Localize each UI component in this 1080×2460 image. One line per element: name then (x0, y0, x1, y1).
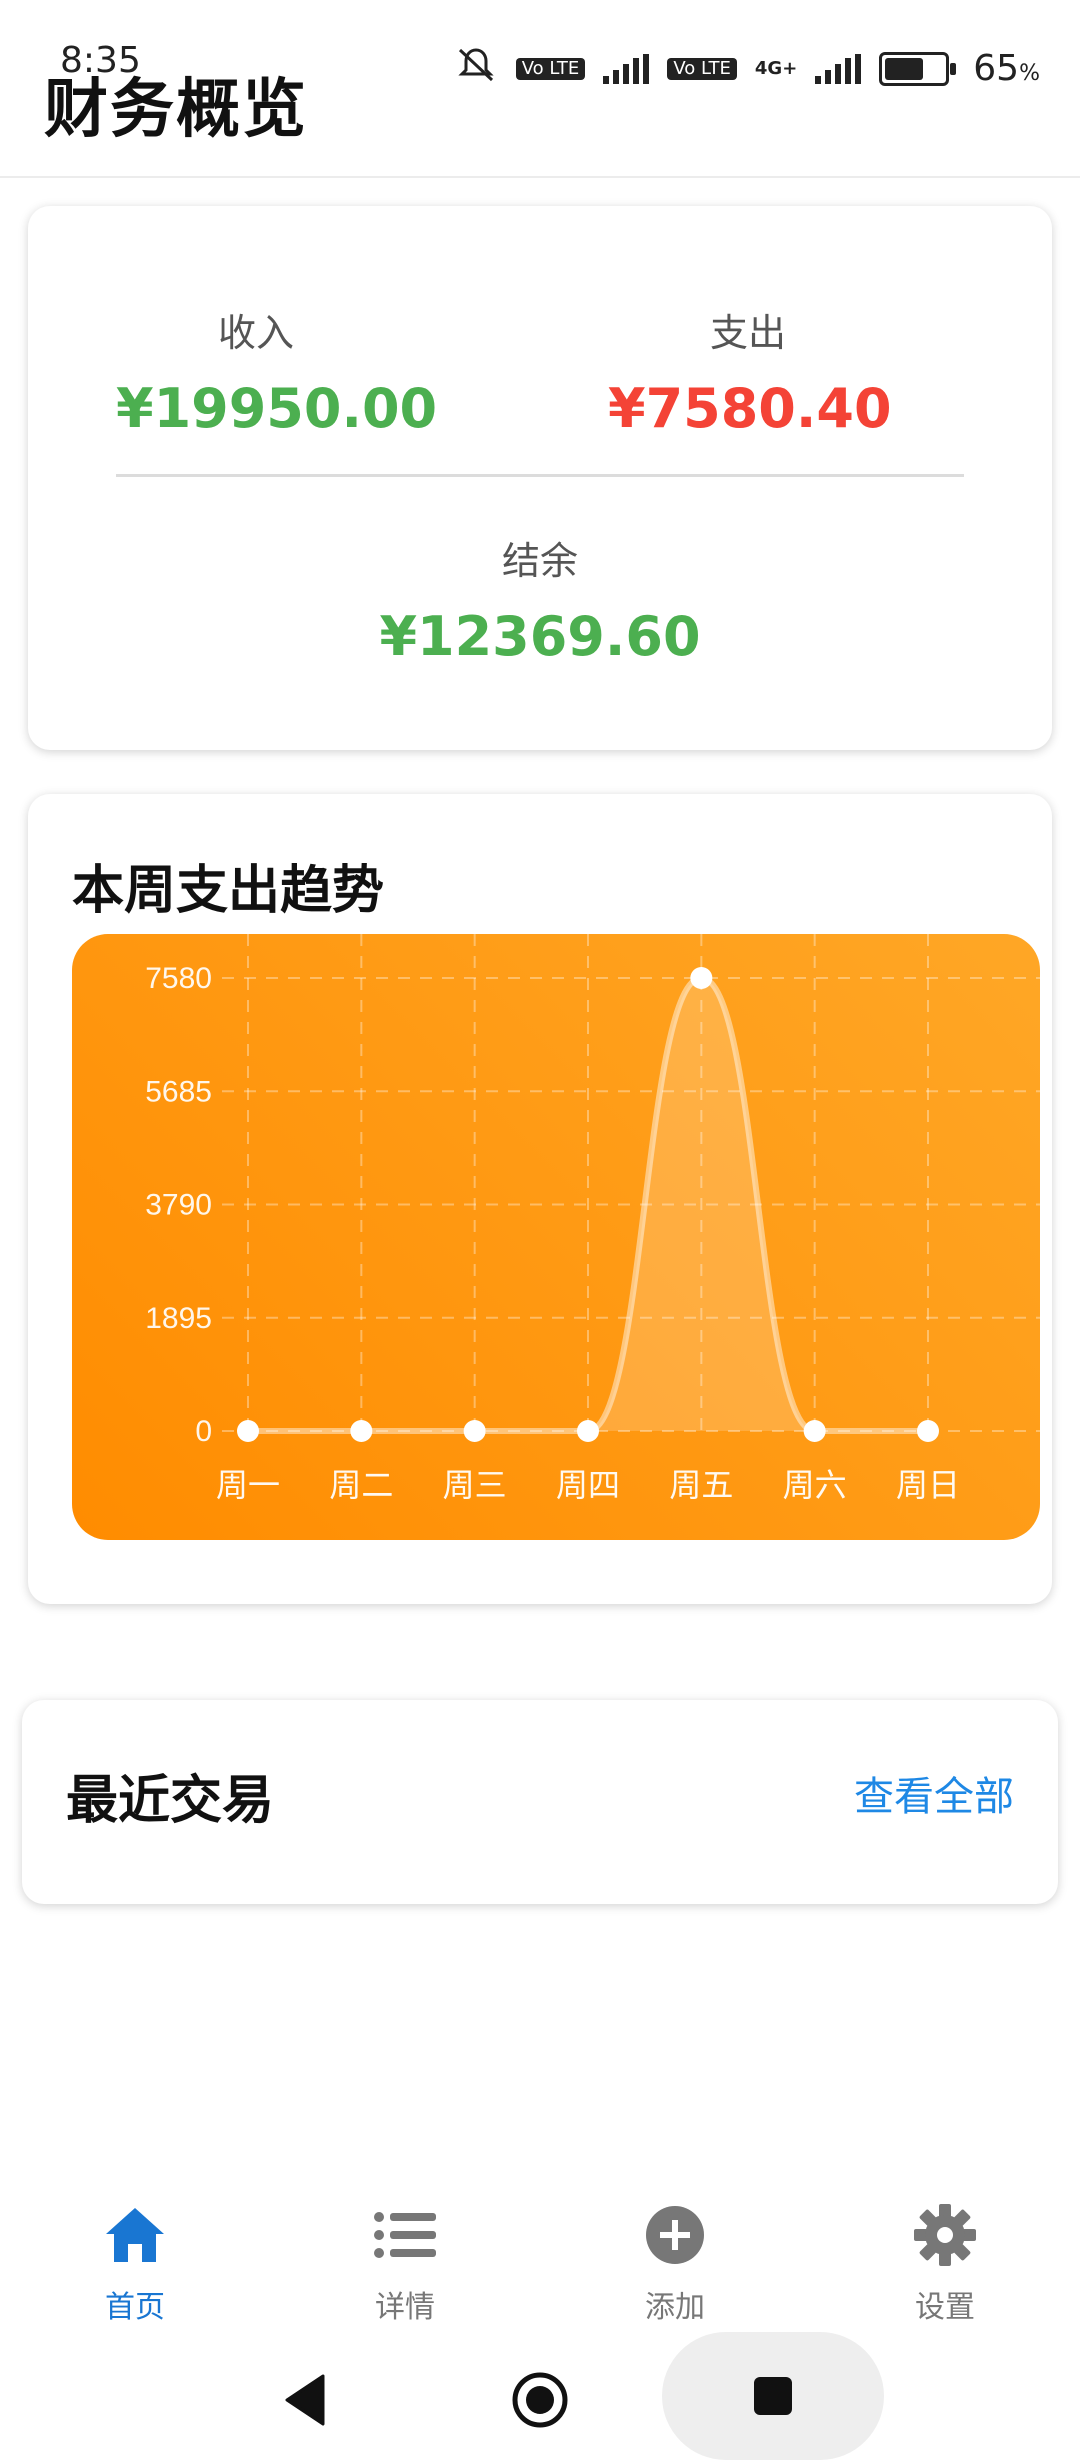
x-tick-label: 周四 (556, 1466, 620, 1504)
balance-value: ¥12369.60 (379, 605, 701, 668)
gear-icon (910, 2200, 980, 2270)
data-point (690, 967, 713, 989)
y-tick-label: 7580 (145, 962, 212, 995)
expense-value: ¥7580.40 (608, 377, 892, 440)
balance-label: 结余 (501, 539, 578, 583)
add-circle-icon (640, 2200, 710, 2270)
y-tick-label: 0 (195, 1415, 212, 1448)
trend-card: 本周支出趋势 0 1895 3790 5685 7580 周一 周二 周三 周四 周五 周六 周日 (28, 794, 1052, 1604)
y-tick-label: 3790 (145, 1189, 212, 1222)
x-tick-label: 周五 (669, 1466, 733, 1504)
list-icon (370, 2200, 440, 2270)
trend-title: 本周支出趋势 (72, 861, 385, 921)
recents-square-icon (754, 2377, 792, 2415)
network-type: 4G+ (754, 58, 798, 79)
nav-add-label: 添加 (645, 2290, 705, 2325)
data-point (803, 1420, 826, 1442)
x-tick-label: 周一 (216, 1466, 280, 1504)
x-tick-label: 周六 (783, 1466, 847, 1504)
x-tick-label: 周二 (329, 1466, 393, 1504)
battery-unit: % (1019, 61, 1040, 86)
expense-block: 支出 ¥7580.40 (608, 302, 892, 440)
view-all-link[interactable]: 查看全部 (854, 1764, 1014, 1822)
summary-divider (116, 474, 964, 477)
signal-icon-2 (815, 53, 862, 84)
nav-add[interactable]: 添加 (540, 2200, 810, 2330)
trend-chart: 0 1895 3790 5685 7580 周一 周二 周三 周四 周五 周六 周日 (145, 934, 1040, 1504)
battery-icon (879, 51, 957, 86)
nav-home-label: 首页 (105, 2290, 165, 2325)
data-point (463, 1420, 486, 1442)
back-button[interactable] (270, 2370, 340, 2430)
nav-settings-label: 设置 (915, 2290, 975, 2325)
recent-transactions-card: 最近交易 查看全部 (22, 1700, 1058, 1904)
bottom-nav: 首页 详情 添加 设置 (0, 2200, 1080, 2330)
summary-card: 收入 ¥19950.00 支出 ¥7580.40 结余 ¥12369.60 (28, 206, 1052, 750)
income-label: 收入 (217, 311, 294, 355)
signal-icon-1 (603, 53, 650, 84)
chart-area: 0 1895 3790 5685 7580 周一 周二 周三 周四 周五 周六 周日 (72, 934, 1040, 1540)
income-value: ¥19950.00 (116, 377, 438, 440)
data-point (350, 1420, 373, 1442)
nav-settings[interactable]: 设置 (810, 2200, 1080, 2330)
data-point (917, 1420, 939, 1442)
x-tick-label: 周日 (896, 1466, 960, 1504)
system-nav-bar (0, 2330, 1080, 2460)
status-icons: Vo LTE Vo LTE 4G+ 65% (454, 44, 1040, 93)
recent-title: 最近交易 (66, 1771, 275, 1831)
volte-badge-2: Vo LTE (667, 57, 737, 80)
battery-percent: 65 (973, 48, 1020, 89)
mute-icon (454, 44, 498, 93)
income-block: 收入 ¥19950.00 (116, 302, 438, 440)
balance-block: 结余 ¥12369.60 (28, 530, 1052, 668)
x-tick-label: 周三 (443, 1466, 507, 1504)
nav-details[interactable]: 详情 (270, 2200, 540, 2330)
home-icon (100, 2200, 170, 2270)
home-circle-icon (512, 2372, 568, 2428)
back-triangle-icon (285, 2374, 325, 2426)
data-point (237, 1420, 259, 1442)
home-button[interactable] (504, 2364, 576, 2436)
nav-details-label: 详情 (375, 2290, 435, 2325)
y-tick-label: 1895 (145, 1302, 212, 1335)
volte-badge-1: Vo LTE (515, 57, 586, 80)
data-point (577, 1420, 599, 1442)
expense-label: 支出 (709, 311, 786, 355)
recents-button[interactable] (662, 2332, 884, 2460)
nav-home[interactable]: 首页 (0, 2200, 270, 2330)
y-tick-label: 5685 (145, 1075, 212, 1108)
title-divider (0, 176, 1080, 178)
page-title: 财务概览 (44, 73, 308, 147)
